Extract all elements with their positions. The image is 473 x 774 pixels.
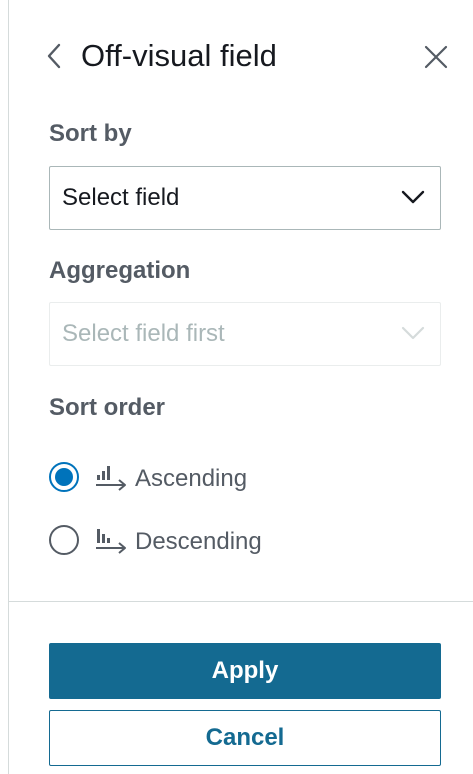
descending-label: Descending [135,528,262,555]
sort-ascending-option[interactable]: Ascending [49,458,349,498]
panel-title: Off-visual field [81,38,277,73]
footer-divider [9,601,473,602]
chevron-down-icon [401,326,425,340]
ascending-label: Ascending [135,465,248,492]
sort-descending-icon [96,529,126,554]
sort-ascending-icon [96,466,126,491]
sort-by-value: Select field [62,184,180,211]
aggregation-select: Select field first [49,302,441,366]
apply-button[interactable]: Apply [49,643,441,699]
sort-descending-option[interactable]: Descending [49,521,349,561]
aggregation-placeholder: Select field first [62,320,225,347]
aggregation-label: Aggregation [49,257,191,284]
close-icon[interactable] [423,44,449,70]
ascending-radio[interactable] [49,462,79,492]
off-visual-field-panel: Off-visual field Sort by Select field Ag… [8,0,473,774]
sort-by-label: Sort by [49,120,132,147]
sort-order-label: Sort order [49,394,166,421]
sort-by-select[interactable]: Select field [49,166,441,230]
cancel-button[interactable]: Cancel [49,710,441,766]
panel-header: Off-visual field [9,28,473,84]
chevron-left-icon[interactable] [43,42,67,70]
chevron-down-icon [401,190,425,204]
descending-radio[interactable] [49,525,79,555]
